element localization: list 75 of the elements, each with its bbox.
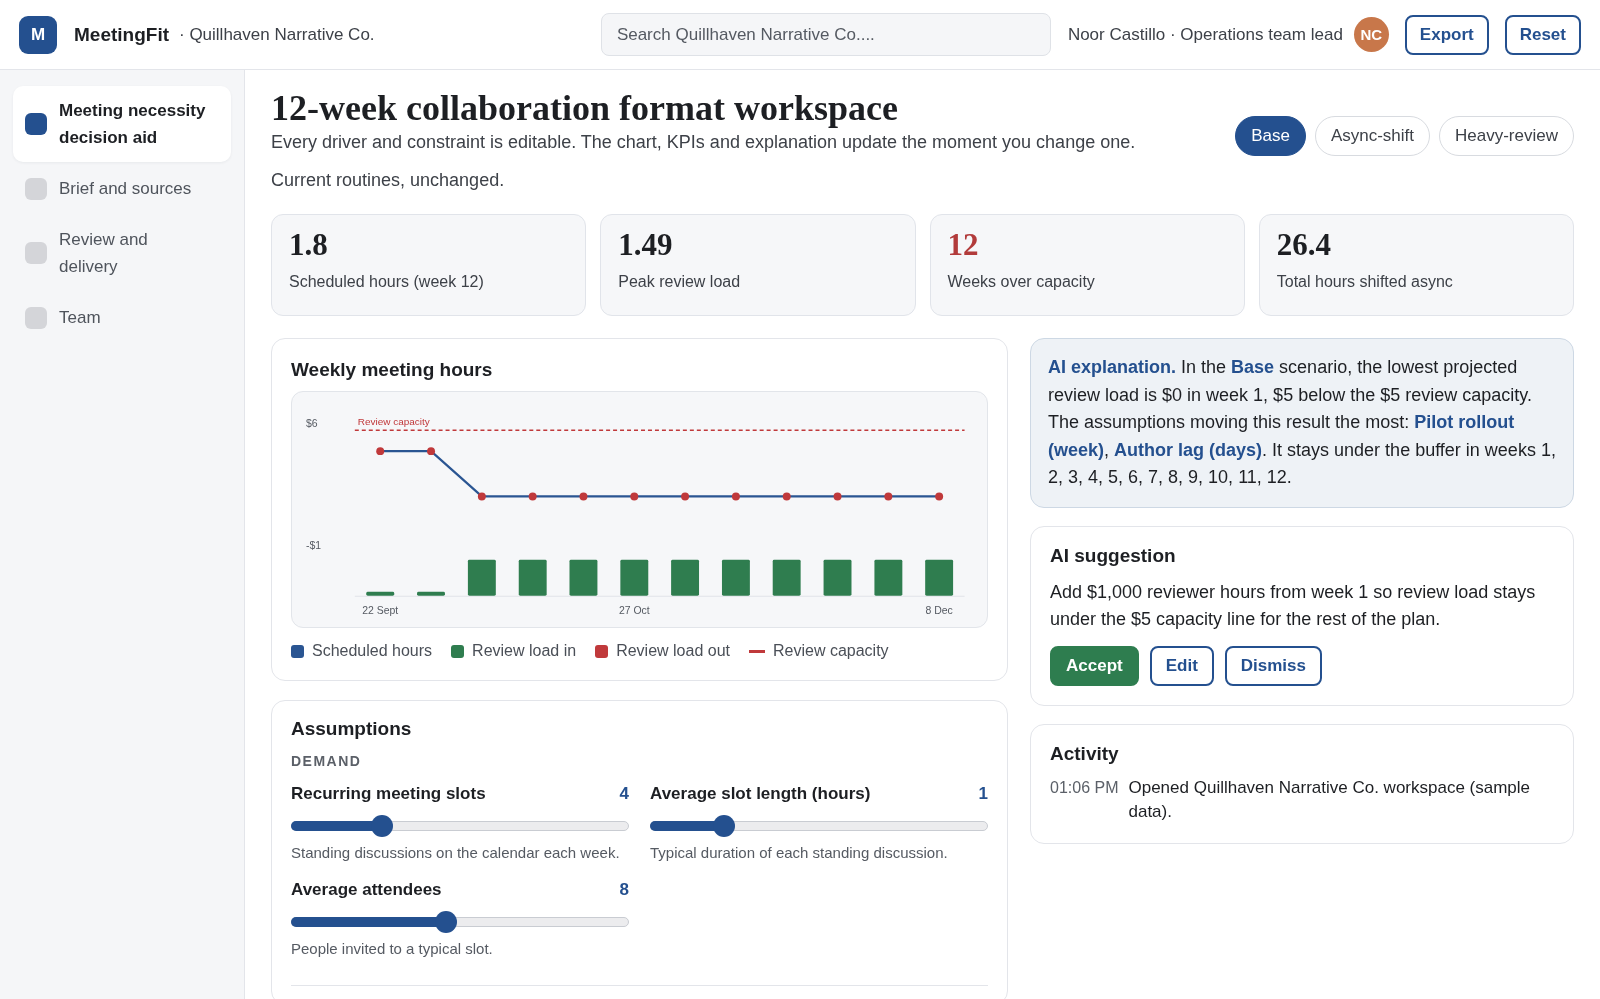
slider-thumb[interactable]: [713, 815, 736, 837]
chart-point: [427, 447, 436, 456]
scenario-tab[interactable]: Heavy-review: [1439, 116, 1574, 156]
legend-label: Review load in: [472, 641, 577, 661]
legend-label: Review capacity: [773, 641, 889, 661]
kpi-value: 1.49: [618, 227, 674, 263]
x-axis-label: 27 Oct: [618, 604, 650, 616]
threshold-label: Review capacity: [357, 416, 430, 428]
kpi-value: 1.8: [289, 227, 329, 263]
chart-point: [579, 492, 588, 501]
chart-point: [528, 492, 537, 501]
kpi-label: Scheduled hours (week 12): [289, 272, 485, 292]
slider-label: Recurring meeting slots: [291, 783, 486, 805]
chart-point: [681, 492, 690, 501]
chart-point: [376, 447, 385, 456]
slider-value: 1: [978, 783, 988, 805]
slider-thumb[interactable]: [435, 911, 458, 933]
activity-title: Activity: [1050, 741, 1120, 766]
slider-value: 4: [619, 783, 629, 805]
activity-text: Opened Quillhaven Narrative Co. workspace (sample data).: [1128, 776, 1532, 823]
section-heading: DEMAND: [291, 752, 363, 771]
legend-label: Scheduled hours: [312, 641, 433, 661]
user-label: Noor Castillo · Operations team lead: [1067, 24, 1343, 45]
slider-hint: Standing discussions on the calendar each week.: [291, 843, 621, 863]
slider-value: 8: [619, 879, 629, 901]
activity-time: 01:06 PM: [1050, 777, 1119, 798]
slider-label: Average attendees: [291, 879, 442, 901]
app-name: MeetingFit: [74, 23, 169, 46]
explanation-text: AI explanation. In the Base scenario, the lowest projected review load is $0 in week 1, $5 below the $5 review capacity. The assumptions moving this result the most: Pilot rollout (week), Author lag (days). It stays under the buffer in weeks 1, 2, 3, 4, 5, 6, 7, 8, 9, 10, 11, 12.: [1048, 356, 1556, 489]
kpi-label: Total hours shifted async: [1276, 272, 1454, 292]
scenario-status: Current routines, unchanged.: [271, 169, 506, 192]
sidebar-item[interactable]: Team: [13, 293, 231, 342]
kpi-label: Peak review load: [618, 272, 742, 292]
accept-button[interactable]: Accept: [1050, 645, 1139, 686]
slider-hint: Typical duration of each standing discussion.: [650, 843, 949, 863]
page-title: 12-week collaboration format workspace: [271, 88, 899, 128]
slider-thumb[interactable]: [371, 815, 394, 837]
sidebar-item[interactable]: Review and delivery: [13, 215, 231, 291]
chart-point: [630, 492, 639, 501]
sidebar-item[interactable]: Meeting necessity decision aid: [13, 86, 231, 162]
reset-button[interactable]: Reset: [1504, 14, 1581, 55]
scenario-tab[interactable]: Async-shift: [1314, 116, 1430, 156]
legend-label: Review load out: [616, 641, 730, 661]
y-axis-label: $6: [305, 418, 318, 430]
export-button[interactable]: Export: [1404, 14, 1489, 55]
slider-track[interactable]: [291, 815, 629, 837]
avatar: NC: [1353, 17, 1389, 52]
kpi-value: 12: [947, 227, 980, 263]
x-axis-label: 8 Dec: [925, 604, 953, 616]
organization-name: · Quillhaven Narrative Co.: [179, 24, 375, 45]
chart-title: Weekly meeting hours: [291, 358, 494, 382]
chart-point: [884, 492, 893, 501]
slider-track[interactable]: [291, 911, 629, 933]
dismiss-button[interactable]: Dismiss: [1224, 645, 1322, 686]
suggestion-title: AI suggestion: [1050, 543, 1177, 568]
chart-point: [833, 492, 842, 501]
assumptions-title: Assumptions: [291, 717, 413, 741]
scenario-tab[interactable]: Base: [1235, 116, 1306, 156]
slider-hint: People invited to a typical slot.: [291, 939, 494, 959]
y-axis-label: -$1: [305, 540, 322, 552]
logo: M: [19, 15, 57, 54]
kpi-value: 26.4: [1276, 227, 1332, 263]
edit-button[interactable]: Edit: [1149, 645, 1214, 686]
chart-point: [477, 492, 486, 501]
slider-label: Average slot length (hours): [650, 783, 871, 805]
search-field[interactable]: Search Quillhaven Narrative Co....: [600, 13, 1051, 56]
x-axis-label: 22 Sept: [362, 604, 399, 616]
page-subtitle: Every driver and constraint is editable. The chart, KPIs and explanation update the moment you change one.: [271, 131, 1136, 154]
chart-point: [782, 492, 791, 501]
sidebar-item[interactable]: Brief and sources: [13, 164, 231, 213]
slider-track[interactable]: [650, 815, 988, 837]
kpi-label: Weeks over capacity: [947, 272, 1096, 292]
chart-point: [731, 492, 740, 501]
suggestion-text: Add $1,000 reviewer hours from week 1 so review load stays under the $5 capacity line for the rest of the plan.: [1050, 580, 1537, 631]
chart-point: [935, 492, 944, 501]
